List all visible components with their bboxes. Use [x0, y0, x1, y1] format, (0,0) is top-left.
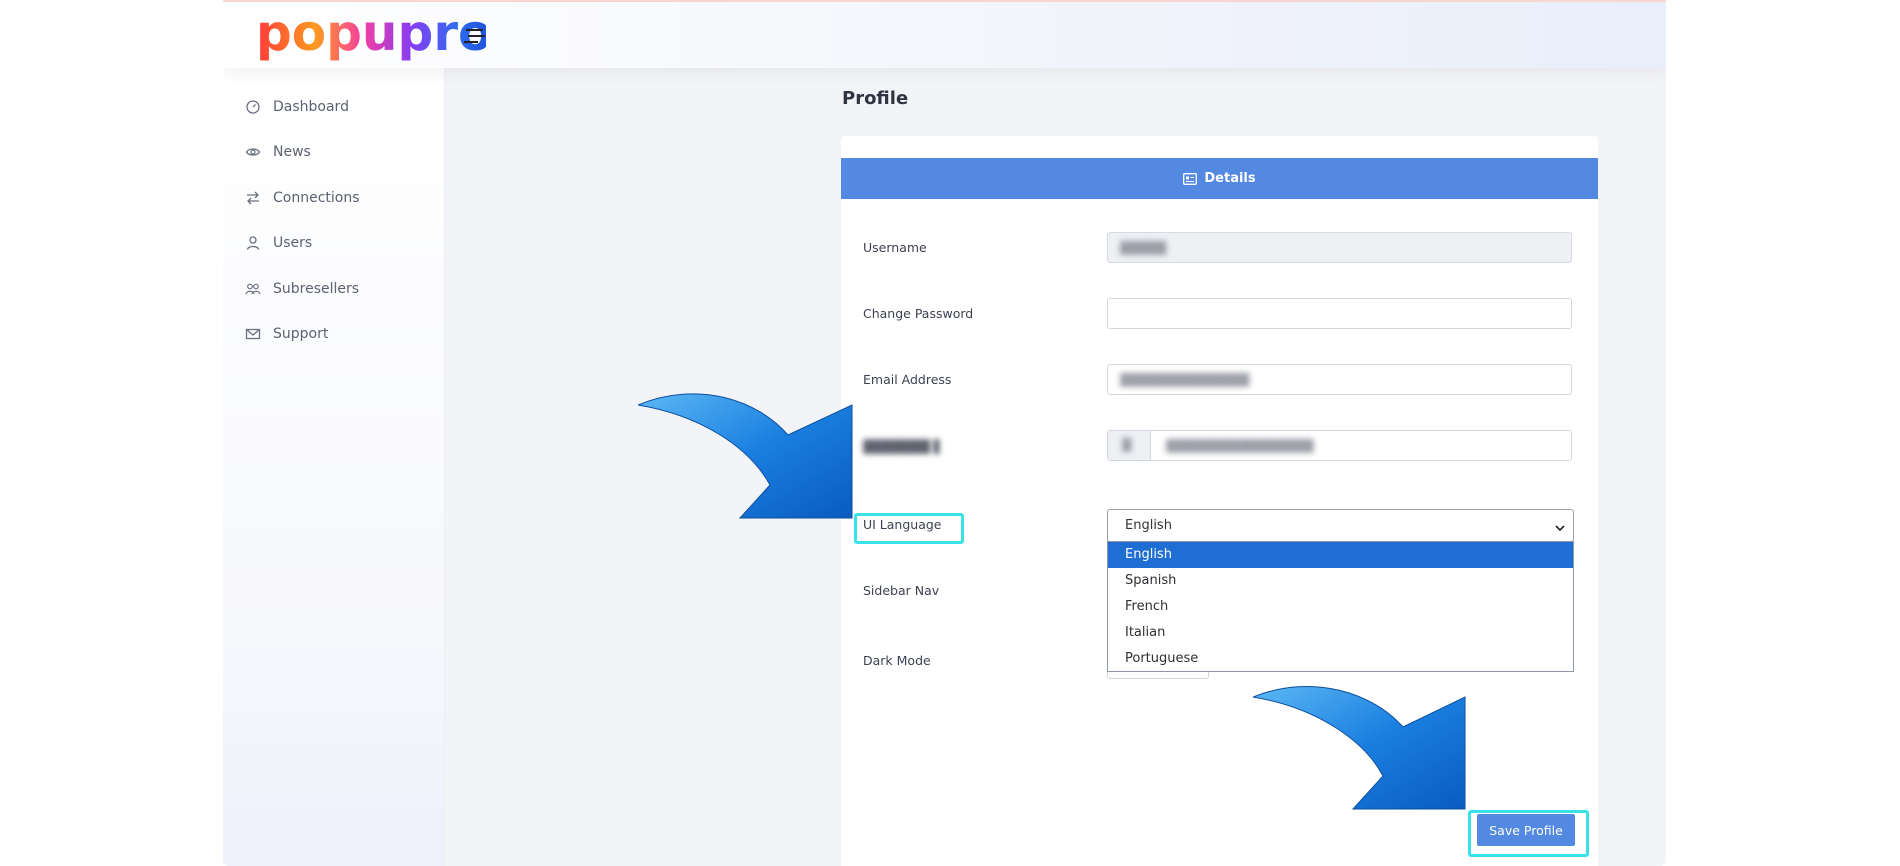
field-prefix: ▓: [1108, 431, 1151, 460]
ui-language-dropdown[interactable]: English Spanish French Italian Portugues…: [1107, 541, 1574, 672]
logo-wordmark: popupro: [256, 4, 486, 62]
language-option[interactable]: Portuguese: [1108, 646, 1573, 672]
sidebar-item-label: Connections: [273, 190, 360, 206]
save-button-highlight: [1468, 810, 1589, 857]
dark-mode-label: Dark Mode: [863, 653, 931, 668]
ui-language-selected-value: English: [1125, 518, 1172, 533]
language-option[interactable]: Spanish: [1108, 568, 1573, 594]
sidebar-item-label: Dashboard: [273, 99, 349, 115]
language-option[interactable]: English: [1108, 542, 1573, 568]
arrows-swap-icon: [245, 190, 261, 206]
annotation-arrow-language: [638, 393, 853, 519]
language-option[interactable]: French: [1108, 594, 1573, 620]
user-icon: [245, 235, 261, 251]
sidebar-item-connections[interactable]: Connections: [223, 181, 444, 215]
page-title: Profile: [842, 88, 909, 109]
sidebar-item-news[interactable]: News: [223, 135, 444, 169]
change-password-label: Change Password: [863, 306, 974, 321]
sidebar: Dashboard News Connections Users Subrese…: [223, 66, 445, 866]
popupro-logo[interactable]: popupro: [256, 0, 486, 70]
sidebar-item-label: Support: [273, 326, 329, 342]
sidebar-item-label: News: [273, 144, 311, 160]
language-option[interactable]: Italian: [1108, 620, 1573, 646]
username-value: ▓▓▓▓▓: [1120, 241, 1167, 255]
sidebar-item-subresellers[interactable]: Subresellers: [223, 272, 444, 306]
username-field: ▓▓▓▓▓: [1107, 232, 1572, 263]
card-header-label: Details: [1204, 171, 1256, 186]
redacted-field[interactable]: ▓ ▓▓▓▓▓▓▓▓▓▓▓▓▓▓▓▓: [1107, 430, 1572, 461]
email-value: ▓▓▓▓▓▓▓▓▓▓▓▓▓▓: [1120, 373, 1250, 387]
email-field[interactable]: ▓▓▓▓▓▓▓▓▓▓▓▓▓▓: [1107, 364, 1572, 395]
annotation-arrow-save: [1253, 686, 1466, 810]
email-label: Email Address: [863, 372, 952, 387]
ui-language-select[interactable]: English: [1107, 509, 1574, 542]
sidebar-item-label: Users: [273, 235, 313, 251]
username-label: Username: [863, 240, 927, 255]
sidebar-item-support[interactable]: Support: [223, 317, 444, 351]
id-card-icon: [1183, 172, 1198, 185]
change-password-field[interactable]: [1107, 298, 1572, 329]
eye-icon: [245, 144, 261, 160]
envelope-icon: [245, 326, 261, 342]
sidebar-item-users[interactable]: Users: [223, 226, 444, 260]
tab-details[interactable]: Details: [841, 158, 1598, 199]
gauge-icon: [245, 99, 261, 115]
users-icon: [245, 281, 261, 297]
chevron-down-icon: [1555, 521, 1565, 532]
sidebar-item-label: Subresellers: [273, 281, 360, 297]
redacted-label: ▓▓▓▓▓▓▓ ▌: [863, 439, 944, 454]
sidebar-item-dashboard[interactable]: Dashboard: [223, 90, 444, 124]
ui-language-highlight: [854, 513, 964, 544]
redacted-value: ▓▓▓▓▓▓▓▓▓▓▓▓▓▓▓▓: [1166, 439, 1314, 453]
top-bar: popupro: [223, 0, 1666, 68]
profile-card: Details Username ▓▓▓▓▓ Change Password E…: [841, 136, 1598, 866]
sidebar-nav-label: Sidebar Nav: [863, 583, 940, 598]
